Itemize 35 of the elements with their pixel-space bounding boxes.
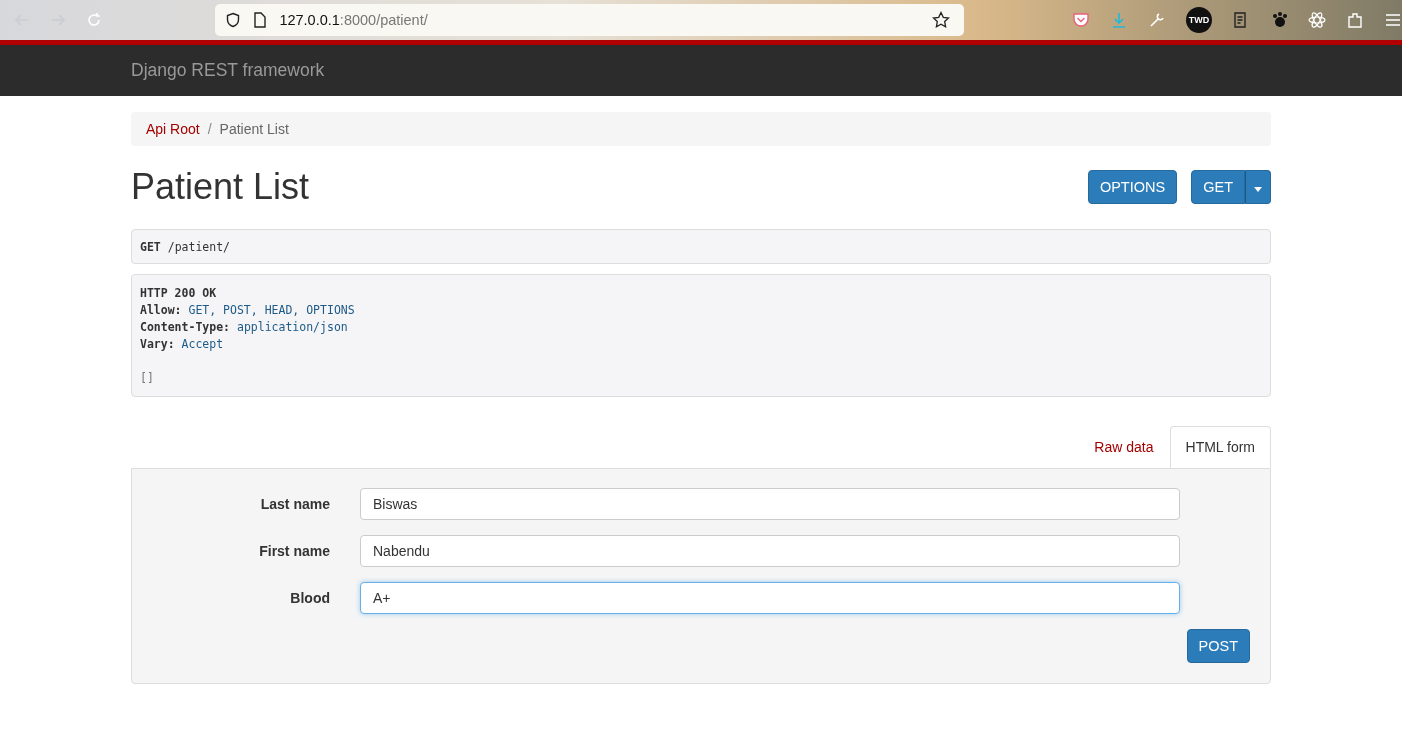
breadcrumb-item: Patient List [219, 121, 289, 137]
menu-icon[interactable] [1384, 11, 1402, 29]
breadcrumb-item[interactable]: Api Root [146, 121, 200, 137]
pocket-icon[interactable] [1072, 11, 1090, 29]
wrench-icon[interactable] [1148, 11, 1166, 29]
options-button[interactable]: OPTIONS [1087, 170, 1178, 204]
shield-icon[interactable] [225, 12, 242, 28]
caret-icon [1254, 187, 1262, 192]
header-line: Allow: GET, POST, HEAD, OPTIONS [140, 302, 355, 319]
address-bar[interactable]: 127.0.0.1:8000/patient/ [215, 4, 964, 36]
form-tab[interactable]: Raw data [1078, 426, 1170, 468]
url-text[interactable]: 127.0.0.1:8000/patient/ [279, 12, 428, 28]
page-title: Patient List [131, 165, 310, 209]
field-label: Blood [289, 590, 331, 606]
page-icon [253, 12, 268, 28]
input-field[interactable]: Biswas [360, 488, 1180, 520]
dropdown-toggle[interactable] [1245, 170, 1271, 204]
atom-icon[interactable] [1308, 11, 1326, 29]
response-body: [] [140, 370, 154, 387]
input-field[interactable]: A+ [360, 582, 1180, 614]
field-label: First name [258, 543, 331, 559]
header-line: Content-Type: application/json [140, 319, 348, 336]
post-button[interactable]: POST [1186, 629, 1250, 663]
header-line: Vary: Accept [140, 336, 224, 353]
get-button[interactable]: GET [1191, 170, 1245, 204]
request-line: GET /patient/ [140, 239, 231, 254]
status-line: HTTP 200 OK [140, 285, 217, 302]
paw-icon[interactable] [1270, 11, 1288, 29]
brand-link[interactable]: Django REST framework [131, 60, 325, 80]
breadcrumb-separator: / [207, 121, 212, 137]
star-icon[interactable] [932, 11, 950, 29]
form-tab[interactable]: HTML form [1169, 426, 1271, 468]
input-field[interactable]: Nabendu [360, 535, 1180, 567]
field-label: Last name [259, 496, 331, 512]
extension-badge[interactable]: TWD [1186, 7, 1212, 33]
